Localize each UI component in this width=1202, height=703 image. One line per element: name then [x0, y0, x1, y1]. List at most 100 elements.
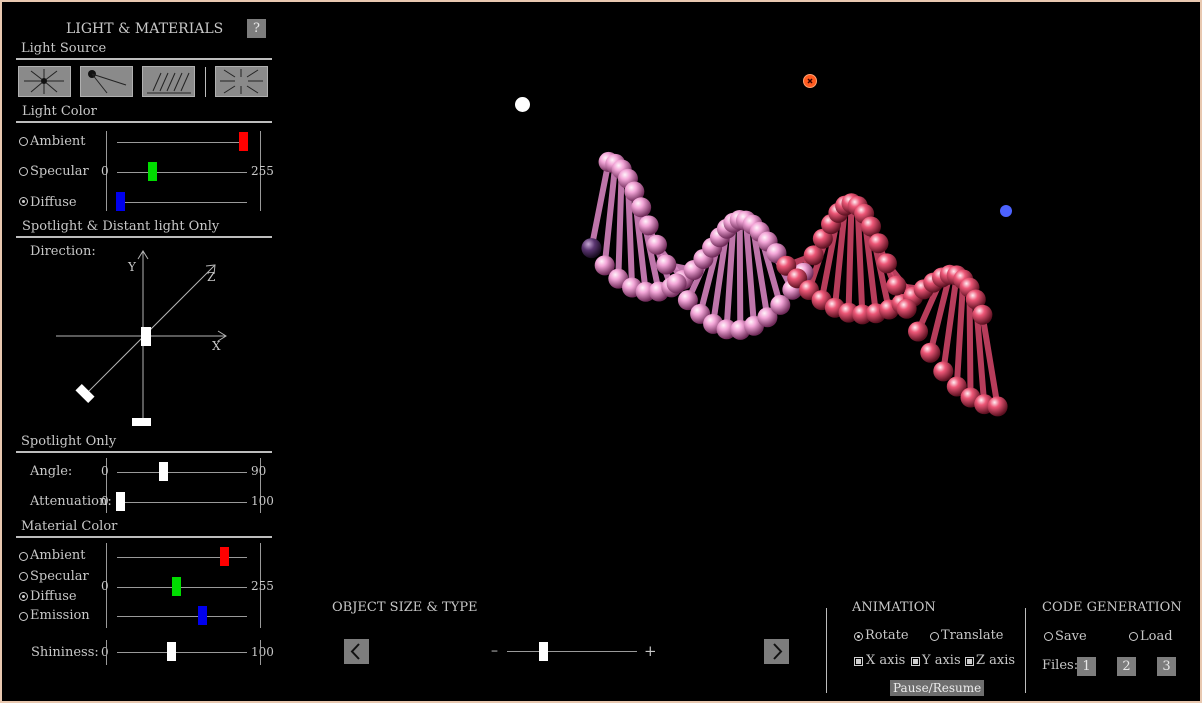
load-radio[interactable] — [1129, 632, 1138, 641]
material-emission-radio[interactable] — [19, 612, 28, 621]
rotate-label: Rotate — [865, 628, 909, 643]
attenuation-max-label: 100 — [251, 494, 274, 508]
material-blue-slider[interactable] — [198, 606, 208, 625]
load-label: Load — [1140, 629, 1173, 644]
slider-bracket-right — [260, 640, 261, 665]
dna-rung — [845, 200, 855, 316]
shininess-min-label: 0 — [101, 645, 109, 659]
size-minus-label[interactable]: – — [491, 643, 498, 659]
dna-helix-model — [581, 151, 1008, 417]
divider — [826, 608, 827, 693]
light-max-label: 255 — [251, 164, 274, 178]
chevron-left-icon — [350, 643, 360, 660]
material-diffuse-radio[interactable] — [19, 592, 28, 601]
size-plus-label[interactable]: + — [644, 642, 657, 660]
dna-bead — [868, 233, 889, 254]
dna-bead — [656, 254, 677, 275]
file-3-button[interactable]: 3 — [1157, 657, 1176, 676]
light-green-slider[interactable] — [147, 162, 157, 181]
axis-y-label: Y — [128, 260, 136, 274]
angle-min-label: 0 — [101, 464, 109, 478]
next-object-button[interactable] — [764, 639, 789, 664]
dna-bead — [908, 321, 929, 342]
divider — [16, 236, 272, 238]
z-axis-label: Z axis — [976, 653, 1016, 668]
angle-slider[interactable] — [159, 462, 169, 481]
dna-bead — [581, 238, 602, 259]
distant-light-button[interactable] — [142, 66, 195, 97]
light-blue-track — [117, 202, 247, 203]
spotlight-heading: Spotlight Only — [21, 434, 117, 449]
dna-bead — [987, 396, 1008, 417]
divider — [205, 67, 206, 97]
distant-light-icon — [147, 72, 191, 94]
light-red-slider[interactable] — [238, 132, 248, 151]
material-min-label: 0 — [101, 579, 109, 593]
light-blue-slider[interactable] — [116, 192, 126, 211]
y-axis-checkbox[interactable] — [911, 657, 920, 666]
material-ambient-radio[interactable] — [19, 552, 28, 561]
y-axis-label: Y axis — [922, 653, 961, 668]
close-icon — [807, 78, 813, 84]
material-color-heading: Material Color — [21, 519, 118, 534]
attenuation-track — [117, 502, 247, 503]
file-1-button[interactable]: 1 — [1077, 657, 1096, 676]
pause-resume-button[interactable]: Pause/Resume — [890, 680, 985, 696]
material-specular-radio[interactable] — [19, 572, 28, 581]
direction-x-handle[interactable] — [141, 327, 151, 346]
inward-light-button[interactable] — [215, 66, 268, 97]
light-min-label: 0 — [101, 164, 109, 178]
direction-y-handle[interactable] — [132, 418, 151, 426]
divider — [16, 121, 272, 123]
eye-position-marker[interactable] — [1000, 205, 1012, 217]
size-track — [507, 651, 637, 652]
light-position-marker[interactable] — [515, 97, 530, 112]
material-blue-track — [117, 616, 247, 617]
light-ambient-label: Ambient — [30, 134, 86, 149]
z-axis-checkbox[interactable] — [965, 657, 974, 666]
angle-max-label: 90 — [251, 464, 267, 478]
dna-bead — [646, 234, 667, 255]
light-diffuse-label: Diffuse — [30, 195, 77, 210]
light-diffuse-radio[interactable] — [19, 197, 28, 206]
attenuation-min-label: 0 — [101, 494, 109, 508]
file-2-button[interactable]: 2 — [1117, 657, 1136, 676]
slider-bracket-left — [106, 640, 107, 665]
material-green-track — [117, 587, 247, 588]
x-axis-checkbox[interactable] — [854, 657, 863, 666]
dna-bead — [631, 197, 652, 218]
shininess-slider[interactable] — [167, 642, 177, 661]
material-max-label: 255 — [251, 579, 274, 593]
divider — [16, 58, 272, 60]
dna-rung — [736, 216, 744, 333]
animation-heading: ANIMATION — [852, 600, 936, 615]
light-specular-radio[interactable] — [19, 167, 28, 176]
panel-title: LIGHT & MATERIALS — [66, 21, 224, 37]
axis-z-label: Z — [207, 270, 216, 284]
light-red-track — [117, 142, 247, 143]
3d-viewport[interactable] — [290, 0, 1190, 590]
attenuation-slider[interactable] — [116, 492, 126, 511]
light-ambient-radio[interactable] — [19, 137, 28, 146]
target-marker[interactable] — [803, 74, 817, 88]
light-specular-label: Specular — [30, 164, 89, 179]
angle-label: Angle: — [30, 464, 73, 479]
previous-object-button[interactable] — [344, 639, 369, 664]
save-radio[interactable] — [1044, 632, 1053, 641]
spotlight-button[interactable] — [80, 66, 133, 97]
translate-radio[interactable] — [930, 632, 939, 641]
files-label: Files: — [1042, 658, 1079, 673]
object-size-slider[interactable] — [538, 642, 548, 661]
rotate-radio[interactable] — [854, 632, 863, 641]
divider — [16, 451, 272, 453]
divider — [16, 536, 272, 538]
translate-label: Translate — [941, 628, 1004, 643]
point-light-button[interactable] — [18, 66, 71, 97]
axis-x-label: X — [212, 339, 221, 353]
material-red-slider[interactable] — [220, 547, 230, 566]
spotlight-icon — [88, 70, 127, 94]
dna-bead — [896, 298, 917, 319]
help-button[interactable]: ? — [247, 19, 266, 38]
material-green-slider[interactable] — [172, 577, 182, 596]
dna-bead — [638, 215, 659, 236]
